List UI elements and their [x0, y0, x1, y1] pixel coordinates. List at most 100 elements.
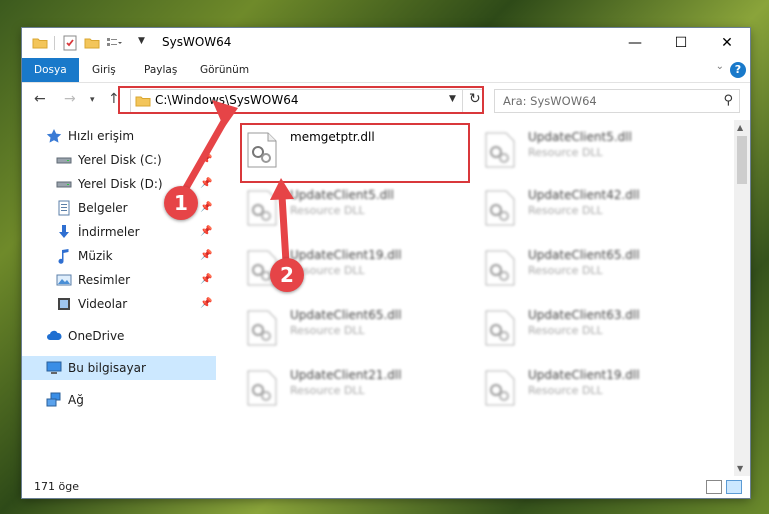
pin-icon[interactable]: 📌 — [200, 274, 212, 285]
star-icon — [46, 128, 62, 143]
computer-icon — [46, 361, 62, 374]
documents-icon — [58, 200, 70, 215]
search-icon[interactable]: ⚲ — [723, 93, 733, 108]
customize-toolbar-icon[interactable] — [106, 35, 122, 51]
file-name: UpdateClient65.dll — [528, 248, 640, 262]
file-name: UpdateClient19.dll — [528, 368, 640, 382]
close-button[interactable]: ✕ — [704, 28, 750, 58]
dll-file-icon — [485, 250, 515, 286]
dll-file-icon — [485, 370, 515, 406]
callout-badge-two: 2 — [270, 258, 304, 292]
title-bar: ▼ SysWOW64 — ☐ ✕ — [22, 28, 750, 58]
sidebar-item-music[interactable]: Müzik — [56, 244, 113, 268]
file-item[interactable]: UpdateClient5.dll Resource DLL — [242, 180, 468, 236]
file-name: UpdateClient21.dll — [290, 368, 402, 382]
sidebar-item-pictures[interactable]: Resimler — [56, 268, 130, 292]
file-name: UpdateClient19.dll — [290, 248, 402, 262]
sidebar-item-videos[interactable]: Videolar — [56, 292, 127, 316]
pin-icon[interactable]: 📌 — [200, 226, 212, 237]
file-item[interactable]: UpdateClient65.dll Resource DLL — [480, 240, 706, 296]
item-count: 171 öge — [34, 480, 79, 493]
qa-dropdown-icon[interactable]: ▼ — [138, 36, 145, 46]
help-button[interactable]: ? — [730, 62, 746, 78]
sidebar-item-quick-access[interactable]: Hızlı erişim — [46, 124, 134, 148]
file-item[interactable]: UpdateClient42.dll Resource DLL — [480, 180, 706, 236]
file-name: UpdateClient65.dll — [290, 308, 402, 322]
network-icon — [46, 392, 61, 406]
dll-file-icon — [247, 190, 277, 226]
explorer-window: ▼ SysWOW64 — ☐ ✕ Dosya Giriş Paylaş Görü… — [22, 28, 750, 498]
maximize-button[interactable]: ☐ — [658, 28, 704, 58]
dll-file-icon — [485, 190, 515, 226]
file-name: UpdateClient42.dll — [528, 188, 640, 202]
address-highlight-box — [118, 86, 484, 114]
window-title: SysWOW64 — [162, 35, 232, 49]
pin-icon[interactable]: 📌 — [200, 250, 212, 261]
tab-file[interactable]: Dosya — [22, 58, 79, 82]
recent-locations-icon[interactable]: ▾ — [90, 95, 95, 105]
dll-file-icon — [247, 370, 277, 406]
search-box[interactable]: Ara: SysWOW64 ⚲ — [494, 89, 740, 113]
file-highlight-box — [240, 123, 470, 183]
tab-share[interactable]: Paylaş — [144, 58, 177, 82]
folder-icon[interactable] — [32, 35, 48, 51]
file-description: Resource DLL — [528, 204, 603, 217]
file-name: UpdateClient5.dll — [290, 188, 394, 202]
qa-separator — [54, 36, 55, 50]
sidebar-item-this-pc[interactable]: Bu bilgisayar — [22, 356, 216, 380]
sidebar-item-onedrive[interactable]: OneDrive — [46, 324, 124, 348]
sidebar-item-local-disk-d[interactable]: Yerel Disk (D:) — [56, 172, 163, 196]
file-item[interactable]: UpdateClient19.dll Resource DLL — [480, 360, 706, 416]
file-description: Resource DLL — [528, 146, 603, 159]
file-item[interactable]: UpdateClient21.dll Resource DLL — [242, 360, 468, 416]
dll-file-icon — [485, 310, 515, 346]
sidebar-item-network[interactable]: Ağ — [46, 388, 84, 412]
scroll-down-icon[interactable]: ▼ — [737, 464, 743, 473]
pin-icon[interactable]: 📌 — [200, 178, 212, 189]
sidebar-item-local-disk-c[interactable]: Yerel Disk (C:) — [56, 148, 162, 172]
pictures-icon — [56, 274, 72, 285]
file-item[interactable]: UpdateClient5.dll Resource DLL — [480, 122, 706, 178]
minimize-button[interactable]: — — [612, 28, 658, 58]
scroll-thumb[interactable] — [737, 136, 747, 184]
file-item[interactable]: UpdateClient65.dll Resource DLL — [242, 300, 468, 356]
navigation-pane: Hızlı erişim Yerel Disk (C:) 📌 Yerel Dis… — [22, 120, 216, 460]
sidebar-item-downloads[interactable]: İndirmeler — [56, 220, 140, 244]
pin-icon[interactable]: 📌 — [200, 202, 212, 213]
file-name: UpdateClient5.dll — [528, 130, 632, 144]
file-description: Resource DLL — [528, 384, 603, 397]
file-description: Resource DLL — [290, 324, 365, 337]
details-view-icon[interactable] — [706, 480, 722, 494]
new-folder-icon[interactable] — [84, 35, 100, 51]
file-description: Resource DLL — [290, 384, 365, 397]
back-arrow-icon[interactable]: ← — [34, 91, 46, 107]
file-item[interactable]: UpdateClient63.dll Resource DLL — [480, 300, 706, 356]
ribbon-tabs: Dosya Giriş Paylaş Görünüm ⌄ ? — [22, 58, 750, 83]
drive-icon — [56, 157, 72, 163]
music-icon — [58, 248, 69, 264]
status-bar: 171 öge — [22, 476, 750, 498]
ribbon-expand-icon[interactable]: ⌄ — [716, 61, 724, 72]
vertical-scrollbar[interactable]: ▲ ▼ — [734, 120, 750, 476]
pin-icon[interactable]: 📌 — [200, 298, 212, 309]
download-icon — [59, 224, 69, 238]
callout-badge-one: 1 — [164, 186, 198, 220]
tab-home[interactable]: Giriş — [92, 58, 116, 82]
file-description: Resource DLL — [528, 324, 603, 337]
scroll-up-icon[interactable]: ▲ — [737, 123, 743, 132]
sidebar-item-documents[interactable]: Belgeler — [56, 196, 128, 220]
dll-file-icon — [247, 310, 277, 346]
pin-icon[interactable]: 📌 — [200, 154, 212, 165]
cloud-icon — [47, 330, 62, 340]
file-description: Resource DLL — [290, 204, 365, 217]
forward-arrow-icon[interactable]: → — [64, 91, 76, 107]
file-name: UpdateClient63.dll — [528, 308, 640, 322]
tab-view[interactable]: Görünüm — [200, 58, 249, 82]
properties-icon[interactable] — [62, 35, 78, 51]
drive-icon — [56, 181, 72, 187]
dll-file-icon — [485, 132, 515, 168]
videos-icon — [58, 297, 70, 310]
file-description: Resource DLL — [528, 264, 603, 277]
tiles-view-icon[interactable] — [726, 480, 742, 494]
search-input[interactable]: Ara: SysWOW64 — [503, 94, 597, 108]
